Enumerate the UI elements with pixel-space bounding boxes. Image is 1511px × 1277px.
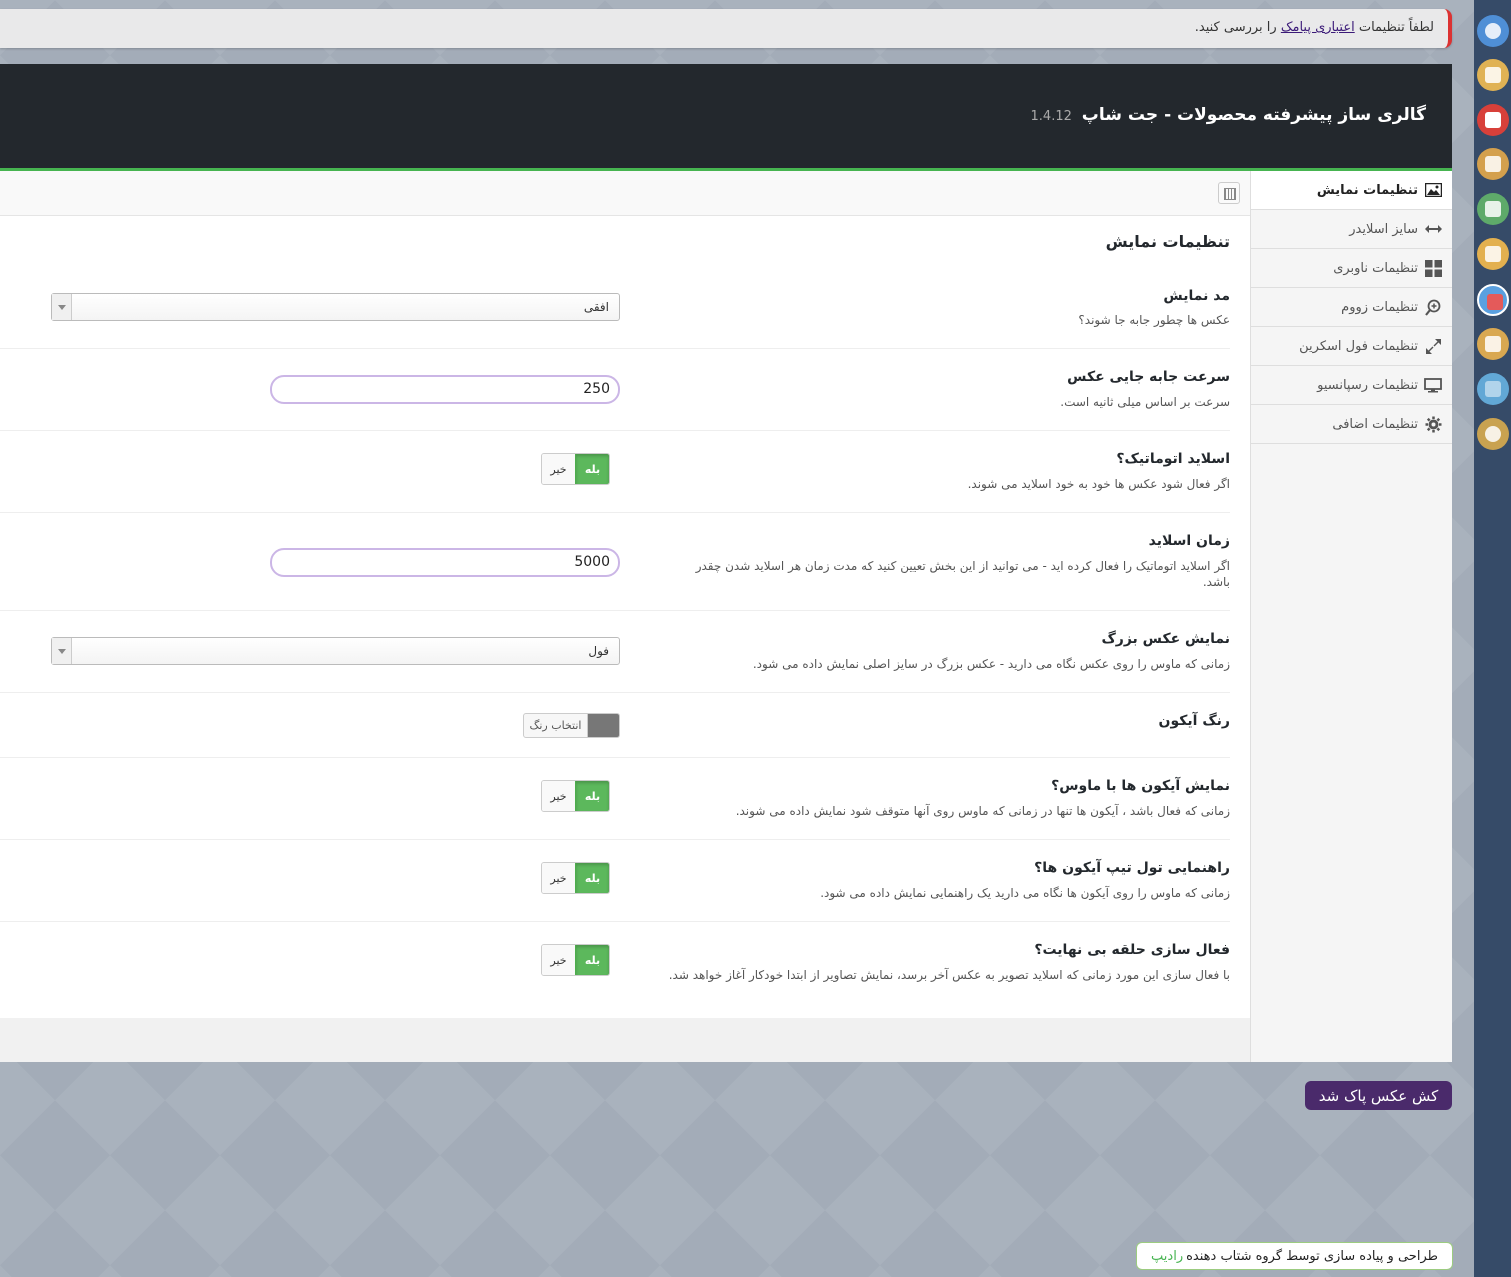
- dashboard-icon[interactable]: [1477, 15, 1509, 47]
- color-swatch[interactable]: [588, 714, 619, 737]
- slide-speed-input[interactable]: 250: [270, 375, 620, 404]
- slide-time-input[interactable]: 5000: [270, 548, 620, 577]
- footer-credit: طراحی و پیاده سازی توسط گروه شتاب دهنده …: [1136, 1242, 1453, 1270]
- icons-hover-toggle[interactable]: بله خیر: [541, 780, 610, 812]
- field-label: رنگ آیکون: [1158, 713, 1230, 729]
- cache-cleared-notice: کش عکس پاک شد: [1305, 1081, 1452, 1110]
- color-picker-label: انتخاب رنگ: [524, 714, 588, 737]
- field-description: زمانی که فعال باشد ، آیکون ها تنها در زم…: [735, 804, 1230, 818]
- admin-bar: [1474, 0, 1511, 1277]
- field-slide-speed: سرعت جابه جایی عکس سرعت بر اساس میلی ثان…: [0, 349, 1230, 431]
- arrows-horizontal-icon: [1424, 221, 1442, 237]
- plugin-header: گالری ساز پیشرفته محصولات - جت شاپ 1.4.1…: [0, 64, 1452, 171]
- tooltip-toggle[interactable]: بله خیر: [541, 862, 610, 894]
- settings-gear-icon[interactable]: [1477, 418, 1509, 450]
- large-image-select[interactable]: فول: [51, 637, 620, 665]
- field-tooltip: راهنمایی تول تیپ آیکون ها؟ زمانی که ماوس…: [0, 840, 1230, 922]
- footer-text: طراحی و پیاده سازی توسط گروه شتاب دهنده: [1186, 1248, 1438, 1264]
- field-label: نمایش عکس بزرگ: [1101, 631, 1230, 647]
- chevron-down-icon: [52, 638, 72, 664]
- sms-icon[interactable]: [1477, 373, 1509, 405]
- field-description: اگر اسلاید اتوماتیک را فعال کرده اید - م…: [695, 559, 1230, 589]
- toggle-no[interactable]: خیر: [542, 454, 575, 484]
- settings-sidebar: تنظیمات نمایش سایز اسلایدر تنظیمات ناوبر…: [1250, 171, 1452, 1062]
- field-label: مد نمایش: [1163, 288, 1230, 304]
- content-toolbar: [0, 171, 1250, 216]
- infinite-loop-toggle[interactable]: بله خیر: [541, 944, 610, 976]
- image-icon: [1424, 182, 1442, 198]
- notice-suffix: را بررسی کنید.: [1194, 20, 1277, 35]
- field-slide-time: زمان اسلاید اگر اسلاید اتوماتیک را فعال …: [0, 513, 1230, 611]
- nav-extra-settings[interactable]: تنظیمات اضافی: [1251, 405, 1452, 444]
- field-description: سرعت بر اساس میلی ثانیه است.: [1060, 395, 1230, 409]
- field-display-mode: مد نمایش عکس ها چطور جابه جا شوند؟ افقی: [0, 271, 1230, 349]
- field-label: راهنمایی تول تیپ آیکون ها؟: [1034, 860, 1230, 876]
- field-description: عکس ها چطور جابه جا شوند؟: [1078, 313, 1230, 327]
- field-large-image: نمایش عکس بزرگ زمانی که ماوس را روی عکس …: [0, 611, 1230, 693]
- field-infinite-loop: فعال سازی حلقه بی نهایت؟ با فعال سازی ای…: [0, 922, 1230, 1018]
- field-description: زمانی که ماوس را روی عکس نگاه می دارید -…: [752, 657, 1230, 671]
- toggle-no[interactable]: خیر: [542, 781, 575, 811]
- field-description: با فعال سازی این مورد زمانی که اسلاید تص…: [668, 968, 1230, 982]
- nav-responsive-settings[interactable]: تنظیمات رسپانسیو: [1251, 366, 1452, 405]
- field-description: زمانی که ماوس را روی آیکون ها نگاه می دا…: [820, 886, 1230, 900]
- notes-icon[interactable]: [1477, 59, 1509, 91]
- toggle-yes[interactable]: بله: [575, 781, 609, 811]
- nav-display-settings[interactable]: تنظیمات نمایش: [1251, 171, 1452, 210]
- autoplay-toggle[interactable]: بله خیر: [541, 453, 610, 485]
- field-label: فعال سازی حلقه بی نهایت؟: [1034, 942, 1230, 958]
- fullscreen-icon: [1424, 338, 1442, 354]
- display-mode-select[interactable]: افقی: [51, 293, 620, 321]
- field-icon-color: رنگ آیکون انتخاب رنگ: [0, 693, 1230, 758]
- counter-icon[interactable]: [1477, 328, 1509, 360]
- settings-content: تنظیمات نمایش مد نمایش عکس ها چطور جابه …: [0, 171, 1250, 1018]
- version-label: 1.4.12: [1030, 109, 1072, 124]
- shop-icon[interactable]: [1477, 284, 1509, 316]
- chevron-down-icon: [52, 294, 72, 320]
- notice-link[interactable]: اعتباری پیامک: [1281, 20, 1355, 35]
- field-label: نمایش آیکون ها با ماوس؟: [1051, 778, 1230, 794]
- tools-icon[interactable]: [1477, 238, 1509, 270]
- field-autoplay: اسلاید اتوماتیک؟ اگر فعال شود عکس ها خود…: [0, 431, 1230, 513]
- monitor-icon: [1424, 377, 1442, 393]
- collapse-icon[interactable]: [1218, 182, 1240, 204]
- document-icon[interactable]: [1477, 148, 1509, 180]
- section-title: تنظیمات نمایش: [1105, 232, 1230, 251]
- sms-credit-notice: لطفاً تنظیمات اعتباری پیامک را بررسی کنی…: [0, 9, 1452, 48]
- nav-fullscreen-settings[interactable]: تنظیمات فول اسکرین: [1251, 327, 1452, 366]
- toggle-yes[interactable]: بله: [575, 454, 609, 484]
- toggle-no[interactable]: خیر: [542, 863, 575, 893]
- nav-navigation-settings[interactable]: تنظیمات ناوبری: [1251, 249, 1452, 288]
- toggle-yes[interactable]: بله: [575, 945, 609, 975]
- nav-slider-size[interactable]: سایز اسلایدر: [1251, 210, 1452, 249]
- grid-icon: [1424, 259, 1442, 277]
- youtube-icon[interactable]: [1477, 104, 1509, 136]
- field-description: اگر فعال شود عکس ها خود به خود اسلاید می…: [967, 477, 1230, 491]
- page-title: گالری ساز پیشرفته محصولات - جت شاپ 1.4.1…: [1030, 105, 1426, 125]
- gear-icon: [1424, 416, 1442, 432]
- zoom-icon: [1424, 299, 1442, 316]
- page-icon[interactable]: [1477, 193, 1509, 225]
- field-icons-hover: نمایش آیکون ها با ماوس؟ زمانی که فعال با…: [0, 758, 1230, 840]
- field-label: زمان اسلاید: [1148, 533, 1230, 549]
- nav-zoom-settings[interactable]: تنظیمات زووم: [1251, 288, 1452, 327]
- footer-brand-link[interactable]: رادیپ: [1151, 1249, 1183, 1264]
- icon-color-picker[interactable]: انتخاب رنگ: [523, 713, 620, 738]
- toggle-no[interactable]: خیر: [542, 945, 575, 975]
- settings-panel: تنظیمات نمایش سایز اسلایدر تنظیمات ناوبر…: [0, 171, 1452, 1062]
- field-label: اسلاید اتوماتیک؟: [1116, 451, 1230, 467]
- toggle-yes[interactable]: بله: [575, 863, 609, 893]
- notice-prefix: لطفاً تنظیمات: [1358, 20, 1434, 35]
- field-label: سرعت جابه جایی عکس: [1067, 369, 1230, 385]
